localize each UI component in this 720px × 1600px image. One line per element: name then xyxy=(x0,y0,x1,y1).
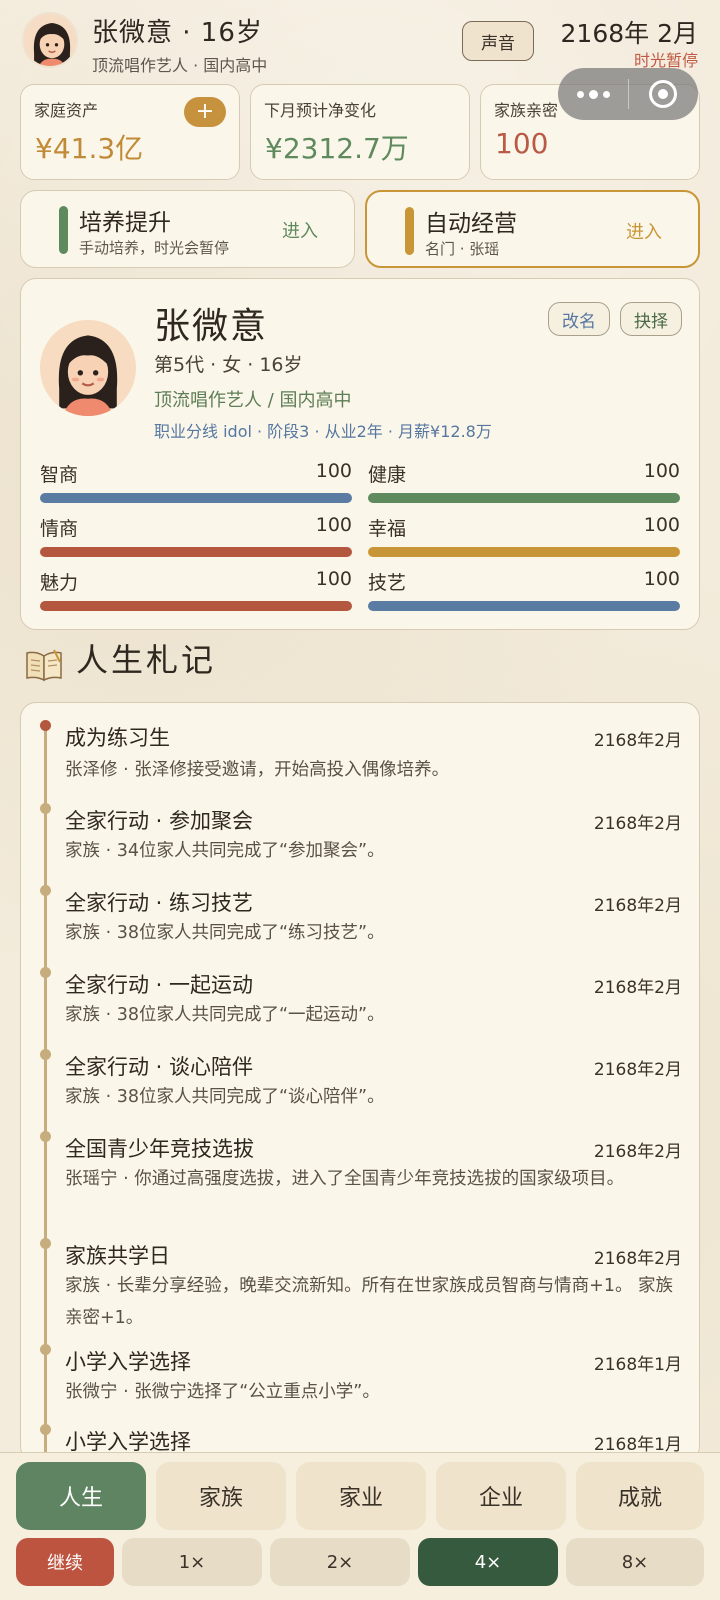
attr-value: 100 xyxy=(643,460,680,482)
train-mode-title: 培养提升 xyxy=(79,210,171,236)
log-entry-title: 小学入学选择 xyxy=(65,1350,191,1374)
attr-label: 魅力 xyxy=(40,572,79,594)
auto-manage-title: 自动经营 xyxy=(425,211,517,237)
log-entry-title: 家族共学日 xyxy=(65,1244,170,1268)
tab-achievements[interactable]: 成就 xyxy=(576,1462,704,1530)
attr-bar-health xyxy=(368,493,680,503)
log-entry-desc: 家族 · 34位家人共同完成了“参加聚会”。 xyxy=(65,841,385,861)
attr-bar-skill xyxy=(368,601,680,611)
speed-1x-button[interactable]: 1× xyxy=(122,1538,262,1586)
family-assets-label: 家庭资产 xyxy=(34,101,99,120)
attr-label: 健康 xyxy=(368,464,407,486)
timeline-dot xyxy=(40,1344,51,1355)
log-entry-date: 2168年2月 xyxy=(593,1060,682,1080)
family-assets-value: ¥41.3亿 xyxy=(35,132,144,165)
log-entry-title: 全家行动 · 谈心陪伴 xyxy=(65,1055,254,1079)
attr-value: 100 xyxy=(315,460,352,482)
tab-family-business[interactable]: 家业 xyxy=(296,1462,426,1530)
attr-value: 100 xyxy=(315,568,352,590)
log-entry-desc: 家族 · 38位家人共同完成了“谈心陪伴”。 xyxy=(65,1087,385,1107)
log-entry-date: 2168年2月 xyxy=(593,896,682,916)
timeline-dot xyxy=(40,720,51,731)
choose-button[interactable]: 抉择 xyxy=(620,302,682,336)
train-mode-accent xyxy=(59,206,68,254)
log-entry-date: 2168年2月 xyxy=(593,978,682,998)
speed-2x-button[interactable]: 2× xyxy=(270,1538,410,1586)
log-entry-desc: 家族 · 长辈分享经验，晚辈交流新知。所有在世家族成员智商与情商+1。 家族亲密… xyxy=(65,1276,674,1328)
tab-enterprise[interactable]: 企业 xyxy=(436,1462,566,1530)
auto-manage-card[interactable]: 自动经营 名门 · 张瑶 进入 xyxy=(365,190,700,268)
log-entry-desc: 家族 · 38位家人共同完成了“练习技艺”。 xyxy=(65,923,385,943)
timeline-dot xyxy=(40,1131,51,1142)
book-icon xyxy=(24,648,64,686)
log-entry-date: 2168年2月 xyxy=(593,1249,682,1269)
train-mode-card[interactable]: 培养提升 手动培养，时光会暂停 进入 xyxy=(20,190,355,268)
log-entry-title: 全家行动 · 练习技艺 xyxy=(65,891,254,915)
timeline-dot xyxy=(40,803,51,814)
auto-manage-accent xyxy=(405,207,414,255)
train-mode-subtitle: 手动培养，时光会暂停 xyxy=(79,239,230,257)
timeline-dot xyxy=(40,1424,51,1435)
net-change-card: 下月预计净变化 ¥2312.7万 xyxy=(250,84,470,180)
log-entry-desc: 张瑶宁 · 你通过高强度选拔，进入了全国青少年竞技选拔的国家级项目。 xyxy=(65,1169,625,1189)
header-avatar[interactable] xyxy=(22,12,78,68)
timeline-dot xyxy=(40,885,51,896)
miniprogram-capsule xyxy=(558,68,698,120)
attr-label: 幸福 xyxy=(368,518,407,540)
speed-4x-button[interactable]: 4× xyxy=(418,1538,558,1586)
family-intimacy-label: 家族亲密 xyxy=(494,101,559,120)
log-entry-date: 2168年2月 xyxy=(593,814,682,834)
auto-manage-subtitle: 名门 · 张瑶 xyxy=(425,240,500,258)
log-entry-title: 成为练习生 xyxy=(65,726,170,750)
log-entry-desc: 家族 · 38位家人共同完成了“一起运动”。 xyxy=(65,1005,385,1025)
train-mode-enter[interactable]: 进入 xyxy=(282,217,318,243)
log-entry-date: 2168年1月 xyxy=(593,1355,682,1375)
tab-life[interactable]: 人生 xyxy=(16,1462,146,1530)
continue-button[interactable]: 继续 xyxy=(16,1538,114,1586)
profile-name: 张微意 xyxy=(154,306,269,347)
attr-label: 智商 xyxy=(40,464,79,486)
attr-bar-eq xyxy=(40,547,352,557)
log-entry-title: 全国青少年竞技选拔 xyxy=(65,1137,254,1161)
profile-avatar xyxy=(40,320,136,416)
profile-career-detail: 职业分线 idol · 阶段3 · 从业2年 · 月薪¥12.8万 xyxy=(154,422,492,441)
log-entry-desc: 张泽修 · 张泽修接受邀请，开始高投入偶像培养。 xyxy=(65,760,450,780)
header-name-age: 张微意 · 16岁 xyxy=(92,18,263,48)
attr-bar-iq xyxy=(40,493,352,503)
attr-bar-happiness xyxy=(368,547,680,557)
more-menu-icon[interactable] xyxy=(558,89,628,99)
attr-label: 情商 xyxy=(40,518,79,540)
net-change-value: ¥2312.7万 xyxy=(265,132,409,165)
log-entry-title: 全家行动 · 参加聚会 xyxy=(65,809,254,833)
log-entry-date: 2168年2月 xyxy=(593,731,682,751)
sound-button[interactable]: 声音 xyxy=(462,21,534,61)
attr-value: 100 xyxy=(643,514,680,536)
net-change-label: 下月预计净变化 xyxy=(264,101,377,120)
attr-bar-charm xyxy=(40,601,352,611)
auto-manage-enter[interactable]: 进入 xyxy=(626,218,662,244)
tab-family[interactable]: 家族 xyxy=(156,1462,286,1530)
speed-8x-button[interactable]: 8× xyxy=(566,1538,704,1586)
close-target-icon[interactable] xyxy=(629,80,697,108)
profile-generation-info: 第5代 · 女 · 16岁 xyxy=(154,354,303,376)
log-entry-date: 2168年2月 xyxy=(593,1142,682,1162)
log-entry-title: 全家行动 · 一起运动 xyxy=(65,973,254,997)
log-entry-desc: 张微宁 · 张微宁选择了“公立重点小学”。 xyxy=(65,1382,380,1402)
timeline-dot xyxy=(40,967,51,978)
family-assets-card: 家庭资产 ¥41.3亿 + xyxy=(20,84,240,180)
header-subtitle: 顶流唱作艺人 · 国内高中 xyxy=(92,56,268,75)
life-log-title: 人生札记 xyxy=(76,641,217,679)
attr-value: 100 xyxy=(315,514,352,536)
attr-value: 100 xyxy=(643,568,680,590)
add-assets-button[interactable]: + xyxy=(184,97,226,127)
timeline-dot xyxy=(40,1238,51,1249)
game-date: 2168年 2月 xyxy=(560,19,698,48)
attr-label: 技艺 xyxy=(368,572,407,594)
rename-button[interactable]: 改名 xyxy=(548,302,610,336)
profile-occupation: 顶流唱作艺人 / 国内高中 xyxy=(154,390,352,411)
family-intimacy-value: 100 xyxy=(495,127,549,160)
timeline-dot xyxy=(40,1049,51,1060)
